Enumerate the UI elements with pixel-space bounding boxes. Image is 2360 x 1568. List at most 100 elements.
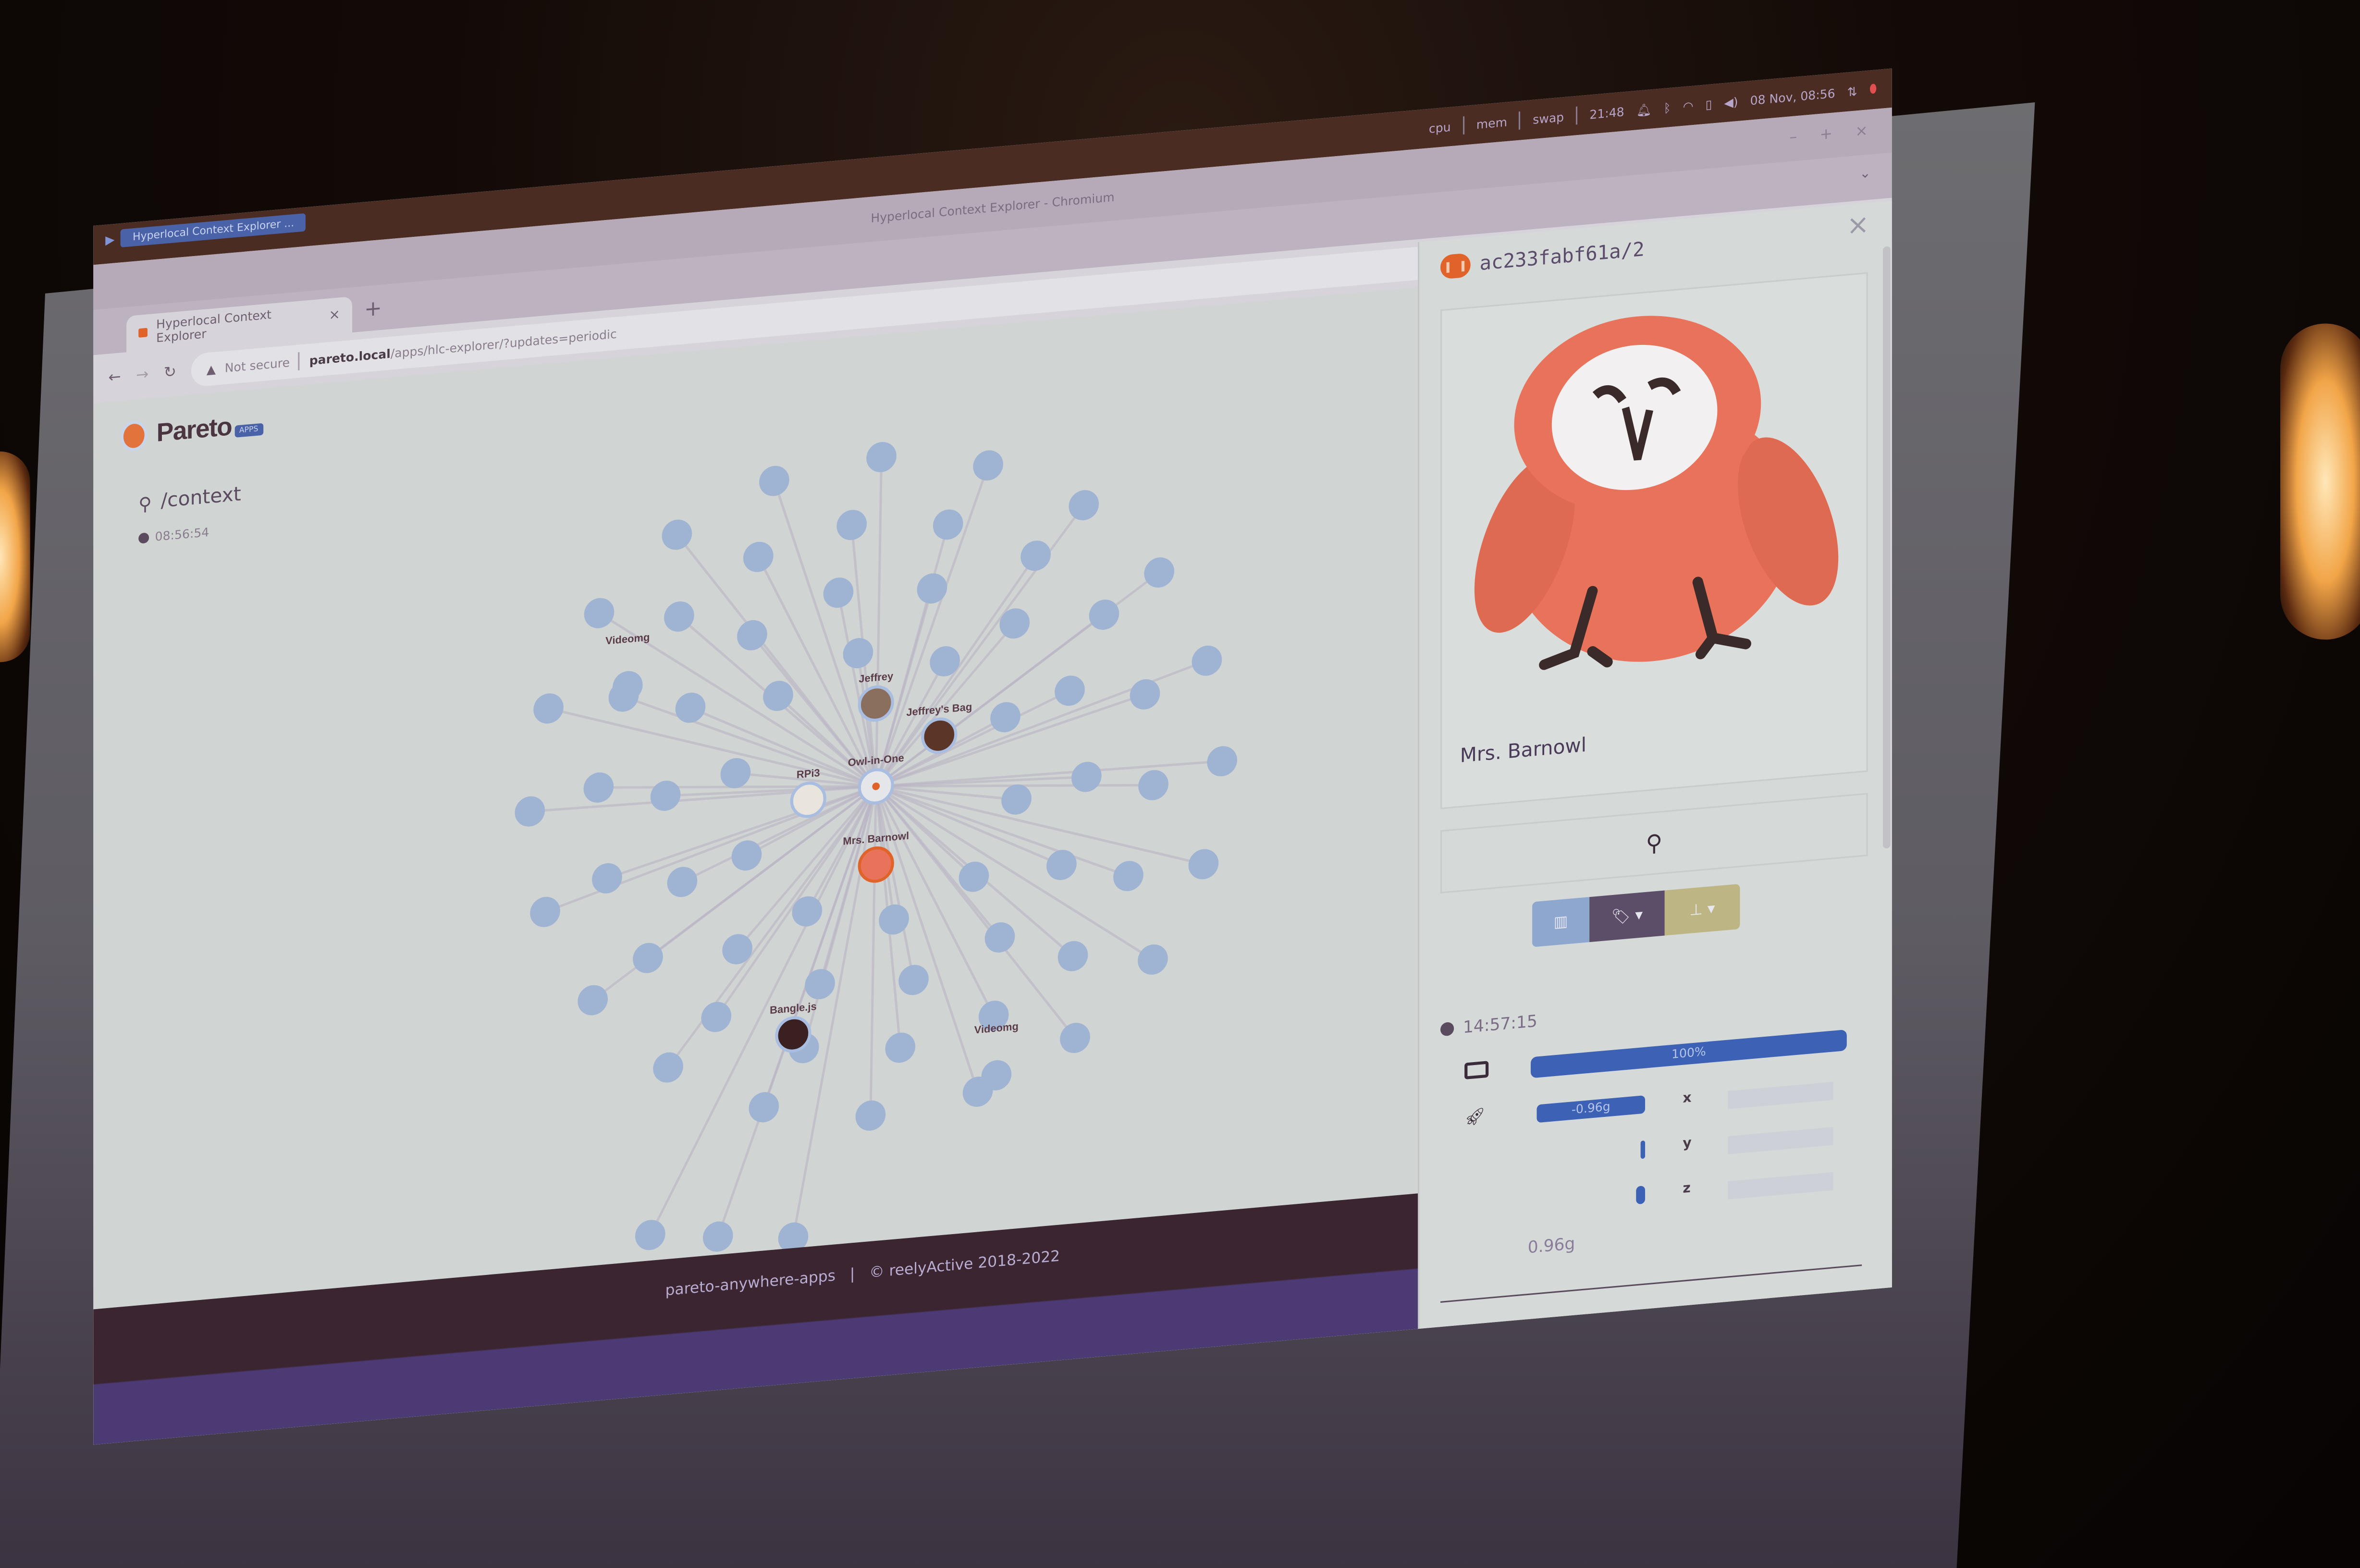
graph-node[interactable]: [720, 757, 751, 789]
graph-node[interactable]: [583, 771, 614, 804]
graph-node[interactable]: [667, 866, 698, 898]
search-icon: ⚲: [1646, 829, 1663, 858]
crochet-owl-image: [1474, 316, 1839, 670]
graph-node[interactable]: [1057, 940, 1088, 972]
tab-close-button[interactable]: ×: [329, 308, 340, 324]
graph-node[interactable]: [759, 465, 789, 497]
barcode-button[interactable]: ▥: [1532, 897, 1590, 947]
graph-node[interactable]: [1138, 943, 1168, 976]
graph-node[interactable]: [1089, 598, 1119, 631]
graph-node[interactable]: [1020, 539, 1051, 572]
graph-node[interactable]: [898, 964, 929, 996]
graph-node[interactable]: [635, 1219, 665, 1251]
graph-node[interactable]: [533, 692, 564, 725]
graph-node[interactable]: [866, 441, 897, 473]
graph-node[interactable]: [1001, 783, 1032, 816]
search-device-button[interactable]: ⚲: [1440, 793, 1868, 894]
volume-icon[interactable]: ◀): [1724, 95, 1738, 110]
graph-node[interactable]: [633, 942, 663, 974]
panel-scrollbar[interactable]: [1883, 246, 1891, 849]
graph-node[interactable]: [885, 1031, 916, 1064]
graph-node-owl-photo-icon[interactable]: [858, 846, 894, 883]
forward-icon[interactable]: →: [136, 366, 148, 384]
graph-node[interactable]: [749, 1091, 779, 1124]
graph-node[interactable]: [855, 1099, 886, 1132]
tab-search-chevron-icon[interactable]: ⌄: [1859, 167, 1871, 183]
wifi-icon[interactable]: ◠: [1683, 98, 1694, 113]
accel-x-positive-track: [1728, 1081, 1833, 1109]
graph-node-raspberry-pi-photo-icon[interactable]: [790, 782, 826, 818]
graph-node[interactable]: [1130, 678, 1160, 710]
graph-node[interactable]: [578, 984, 608, 1017]
graph-node[interactable]: [1046, 848, 1077, 881]
graph-node-person-photo-icon[interactable]: [858, 685, 894, 722]
graph-node[interactable]: [1113, 860, 1143, 893]
graph-node[interactable]: [823, 576, 854, 609]
graph-node[interactable]: [1192, 644, 1222, 677]
graph-node[interactable]: [959, 860, 989, 893]
new-tab-button[interactable]: +: [364, 297, 382, 322]
graph-node[interactable]: [731, 839, 762, 872]
graph-node[interactable]: [1144, 556, 1175, 589]
graph-node[interactable]: [584, 597, 615, 629]
graph-node[interactable]: [650, 779, 681, 812]
graph-node-label: Jeffrey's Bag: [906, 700, 972, 718]
graph-node[interactable]: [1207, 745, 1237, 778]
accel-x-value: -0.96g: [1571, 1100, 1610, 1117]
graph-node[interactable]: [933, 508, 963, 541]
graph-node[interactable]: [836, 509, 867, 541]
desktop: ▶ Hyperlocal Context Explorer ... cpu me…: [93, 68, 1892, 1445]
graph-node[interactable]: [743, 540, 774, 573]
last-seen-time: 14:57:15: [1463, 1011, 1537, 1038]
graph-node[interactable]: [702, 1220, 733, 1253]
bell-icon[interactable]: 🔔︎: [1636, 102, 1652, 117]
hierarchy-dropdown-button[interactable]: ⊥ ▾: [1664, 883, 1740, 936]
graph-node-watch-photo-icon[interactable]: [775, 1016, 811, 1053]
graph-node[interactable]: [530, 895, 560, 928]
back-icon[interactable]: ←: [109, 368, 121, 386]
network-icon[interactable]: ⇅: [1847, 84, 1857, 98]
graph-node[interactable]: [1138, 769, 1168, 801]
tags-dropdown-button[interactable]: 🏷︎ ▾: [1589, 890, 1665, 943]
graph-edge: [875, 659, 1207, 788]
context-graph[interactable]: JeffreyJeffrey's BagRPi3Mrs. BarnowlBang…: [93, 287, 1418, 1336]
graph-node[interactable]: [1071, 760, 1102, 793]
accel-x-label: x: [1683, 1091, 1692, 1107]
window-controls[interactable]: – + ×: [1789, 109, 1877, 162]
graph-node[interactable]: [990, 701, 1020, 734]
taskbar-window-button[interactable]: Hyperlocal Context Explorer ...: [121, 213, 307, 248]
accel-z-fill: [1636, 1185, 1646, 1205]
graph-edge: [874, 457, 883, 787]
warning-icon: ▲: [206, 362, 216, 376]
battery-level-label: 100%: [1672, 1044, 1706, 1062]
clock-datetime[interactable]: 08 Nov, 08:56: [1750, 86, 1835, 107]
graph-node[interactable]: [515, 795, 545, 828]
graph-node[interactable]: [1055, 674, 1085, 707]
graph-node[interactable]: [1069, 489, 1099, 522]
favicon-icon: [138, 328, 148, 338]
graph-node[interactable]: [981, 1059, 1012, 1091]
graph-node[interactable]: [763, 680, 793, 712]
graph-node[interactable]: [675, 691, 706, 724]
device-name: Mrs. Barnowl: [1460, 735, 1587, 769]
close-panel-button[interactable]: ×: [1847, 209, 1869, 243]
battery-icon[interactable]: ▯: [1706, 97, 1712, 111]
accel-y-fill: [1640, 1140, 1646, 1159]
graph-node-bag-photo-icon[interactable]: [921, 717, 958, 754]
reload-icon[interactable]: ↻: [164, 364, 176, 381]
graph-node[interactable]: [1188, 848, 1219, 881]
bluetooth-icon[interactable]: ᛒ: [1664, 100, 1671, 115]
graph-node[interactable]: [973, 449, 1003, 482]
graph-node[interactable]: [917, 572, 947, 605]
taskbar-launcher[interactable]: ▶ Hyperlocal Context Explorer ...: [105, 213, 307, 249]
security-label[interactable]: Not secure: [225, 355, 290, 375]
graph-node[interactable]: [592, 862, 622, 894]
graph-edge: [715, 785, 877, 1018]
clock-icon: [138, 532, 149, 544]
graph-node[interactable]: [701, 1001, 732, 1033]
graph-node[interactable]: [664, 600, 694, 633]
graph-node[interactable]: [653, 1051, 683, 1084]
power-icon[interactable]: ⬮: [1869, 82, 1877, 98]
launcher-icon[interactable]: ▶: [105, 232, 114, 246]
device-id: ac233fabf61a/2: [1479, 238, 1645, 276]
